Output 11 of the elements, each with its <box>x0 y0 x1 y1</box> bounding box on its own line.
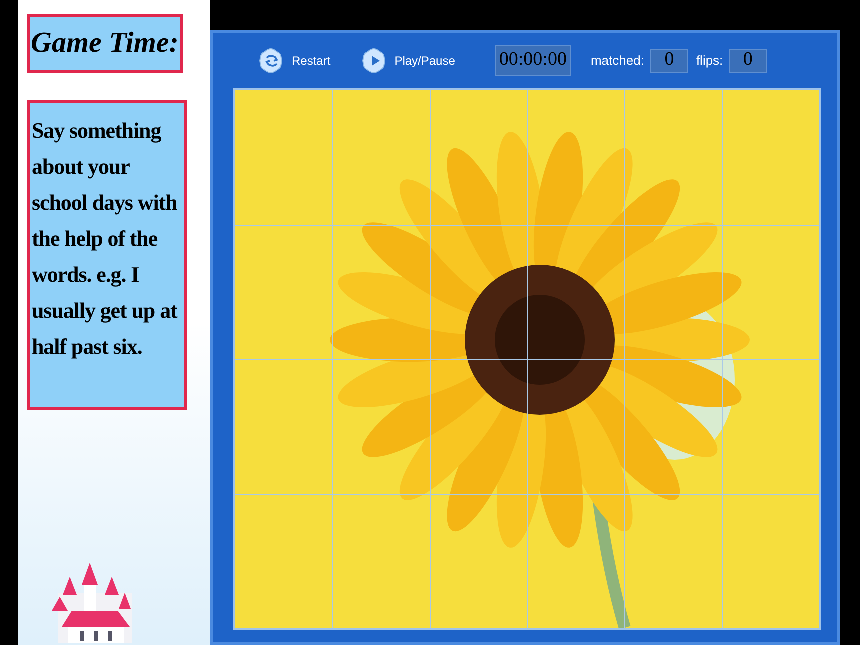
timer-display: 00:00:00 <box>495 45 571 76</box>
refresh-icon <box>258 46 284 76</box>
play-icon <box>360 46 387 76</box>
counter-label: flips: <box>696 52 724 70</box>
counter-value: 0 <box>729 48 768 72</box>
prompt-text: Say something about your school days with the help of the words. e.g. I usually get up at half past six. <box>32 117 179 361</box>
title-text: Game Time: <box>31 26 179 61</box>
play-pause-button[interactable]: Play/Pause <box>360 46 456 76</box>
restart-button[interactable]: Restart <box>258 46 331 76</box>
counter-label: matched: <box>590 52 644 70</box>
counter-value: 0 <box>650 48 688 72</box>
